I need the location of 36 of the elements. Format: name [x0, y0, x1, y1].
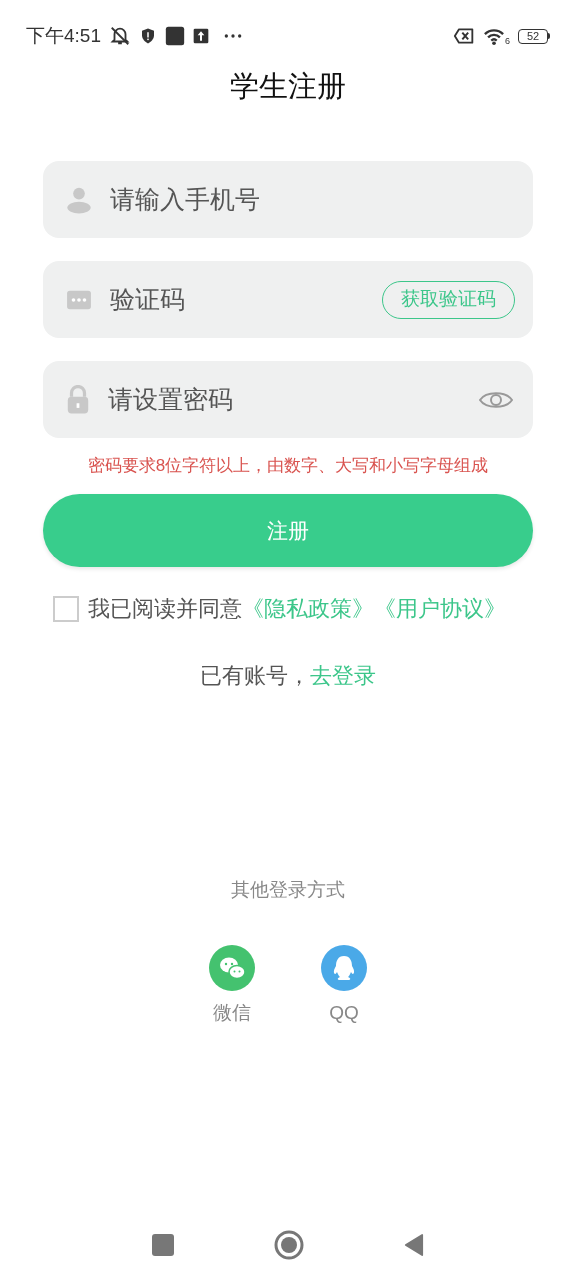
upload-icon	[193, 28, 209, 44]
input-field[interactable]: 验证码 获取验证码	[43, 261, 533, 338]
login-prompt: 已有账号，	[200, 662, 310, 690]
input-field[interactable]: 请输入手机号	[43, 161, 533, 238]
text-input[interactable]: 验证码	[110, 280, 382, 319]
login-link[interactable]: 去登录	[310, 659, 376, 692]
text-input[interactable]: 请设置密码	[108, 380, 477, 419]
shield-icon	[139, 26, 157, 46]
status-time: 下午4:51	[26, 23, 101, 48]
wifi-label: 6	[505, 37, 510, 46]
home-nav-icon[interactable]	[274, 1230, 304, 1260]
policy-link[interactable]: 《隐私政策》	[242, 592, 374, 625]
battery-icon: 52	[518, 28, 548, 44]
password-hint: 密码要求8位字符以上，由数字、大写和小写字母组成	[86, 455, 490, 477]
register-button[interactable]: 注册	[43, 494, 533, 567]
get-code-button[interactable]: 获取验证码	[382, 280, 515, 319]
penguin-icon[interactable]	[321, 944, 367, 991]
text-input[interactable]: 请输入手机号	[110, 180, 515, 219]
agreement-label: 我已阅读并同意	[88, 595, 242, 623]
square-nav-icon[interactable]	[152, 1234, 174, 1256]
chat-bubbles-icon[interactable]	[209, 944, 255, 991]
lock-icon	[65, 384, 91, 415]
policy-link[interactable]: 《用户协议》	[374, 592, 506, 625]
sim-off-icon	[453, 26, 475, 46]
login-option-label: 微信	[213, 1000, 251, 1025]
input-field[interactable]: 请设置密码	[43, 361, 533, 438]
wifi-icon	[483, 26, 505, 46]
other-login-title: 其他登录方式	[230, 878, 346, 902]
checkbox[interactable]	[53, 595, 79, 622]
bell-off-icon	[109, 25, 131, 47]
more-icon	[223, 32, 243, 40]
back-nav-icon[interactable]	[404, 1233, 424, 1257]
square-app-icon	[165, 26, 185, 46]
page-title: 学生注册	[229, 72, 347, 100]
login-option-label: QQ	[329, 1000, 359, 1025]
message-dots-icon	[65, 288, 93, 311]
